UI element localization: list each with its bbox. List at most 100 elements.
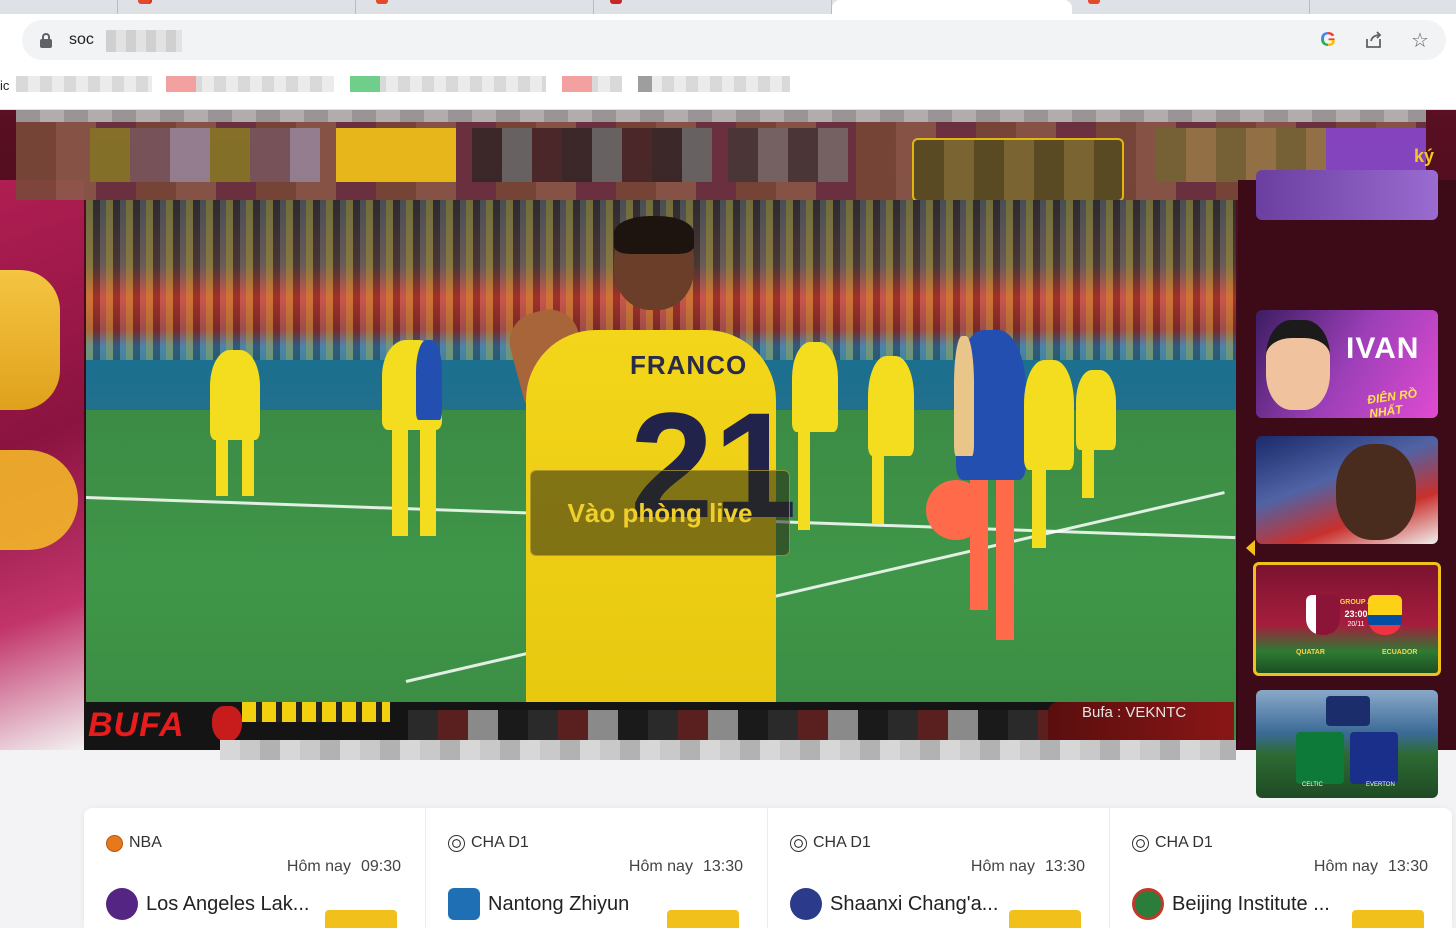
browser-tab[interactable]	[118, 0, 356, 14]
hero-section: ký FRANCO 21 Vào phòng live BUFA Bufa: …	[0, 110, 1456, 798]
browser-tab[interactable]	[1072, 0, 1310, 14]
video-player-figure	[868, 356, 914, 456]
tab-favicon-icon	[376, 0, 388, 4]
bookmarks-bar: ic	[0, 70, 1456, 110]
video-player-leg	[216, 436, 228, 496]
stream-thumbnail-ivan[interactable]: IVAN ĐIÊN RỒ NHẤT	[1256, 310, 1438, 418]
bull-logo-icon	[212, 706, 242, 742]
match-league: NBA	[106, 834, 162, 852]
site-logo[interactable]	[90, 128, 320, 182]
match-card[interactable]: CHA D1 Hôm nay 13:30 Beijing Institute ..…	[1110, 808, 1452, 928]
ticker-redacted-label	[242, 702, 390, 722]
browser-tab-active[interactable]	[832, 0, 1072, 14]
match-league: CHA D1	[790, 834, 871, 852]
fan-face	[1336, 444, 1416, 540]
team-crest-icon	[448, 888, 480, 920]
match-action-button[interactable]	[1352, 910, 1424, 928]
team-crest-icon	[790, 888, 822, 920]
mascot-hand-decoration	[0, 450, 78, 550]
basketball-icon	[106, 834, 123, 852]
lakers-logo-icon	[106, 888, 138, 920]
home-team-name: CELTIC	[1302, 782, 1323, 788]
browser-tab[interactable]	[594, 0, 832, 14]
stream-list-sidebar: IVAN ĐIÊN RỒ NHẤT GROUP A 23:00 20/11 QU…	[1238, 170, 1456, 798]
nav-redacted-strip	[16, 110, 1426, 122]
nav-item[interactable]	[472, 128, 712, 182]
streamer-name: IVAN	[1346, 332, 1420, 365]
video-player-figure	[1076, 370, 1116, 450]
url-redacted	[106, 30, 182, 52]
match-time: Hôm nay 13:30	[628, 858, 743, 875]
address-bar[interactable]: soc G ☆	[22, 20, 1446, 60]
away-team-name: EVERTON	[1366, 782, 1395, 788]
tab-favicon-icon	[610, 0, 622, 4]
match-action-button[interactable]	[667, 910, 739, 928]
left-banner-decoration	[0, 180, 84, 750]
google-icon[interactable]: G	[1316, 28, 1340, 52]
video-player-figure	[792, 342, 838, 432]
website-content: ký FRANCO 21 Vào phòng live BUFA Bufa: …	[0, 110, 1456, 928]
tab-favicon-icon	[138, 0, 150, 4]
home-team-name: QUATAR	[1296, 649, 1325, 656]
mascot-decoration	[0, 270, 60, 410]
url-text[interactable]: soc	[69, 31, 94, 49]
browser-toolbar: soc G ☆	[0, 14, 1456, 70]
login-button[interactable]	[912, 138, 1124, 202]
bookmark-item[interactable]	[166, 76, 334, 92]
browser-tab[interactable]	[356, 0, 594, 14]
bookmark-item[interactable]	[638, 76, 790, 92]
match-team: Los Angeles Lak...	[106, 888, 309, 920]
video-player-leg	[798, 430, 810, 530]
browser-tab[interactable]	[1310, 0, 1456, 14]
away-team-name: ECUADOR	[1382, 649, 1418, 656]
tournament-banner-icon	[1326, 696, 1370, 726]
celtic-crest-icon	[1296, 732, 1344, 784]
stream-thumbnail-qatar-ecuador[interactable]: GROUP A 23:00 20/11 QUATAR ECUADOR	[1253, 562, 1441, 676]
site-top-navigation	[16, 110, 1426, 200]
nav-item-active[interactable]	[336, 128, 456, 182]
match-action-button[interactable]	[1009, 910, 1081, 928]
match-league: CHA D1	[1132, 834, 1213, 852]
match-card[interactable]: NBA Hôm nay 09:30 Los Angeles Lak...	[84, 808, 426, 928]
stream-thumbnail-celtic-everton[interactable]: CELTIC EVERTON	[1256, 690, 1438, 798]
video-player-leg	[1032, 468, 1046, 548]
browser-tab[interactable]	[0, 0, 152, 14]
bookmark-item[interactable]	[350, 76, 546, 92]
bookmark-item[interactable]	[16, 76, 152, 92]
video-player-leg	[1082, 448, 1094, 498]
video-player-leg	[392, 426, 408, 536]
soccer-ball-icon	[448, 834, 465, 852]
streamer-tagline: ĐIÊN RỒ NHẤT	[1366, 386, 1418, 418]
ticker-right-text: Bufa : VEKNTC	[1082, 704, 1187, 721]
match-action-button[interactable]	[325, 910, 397, 928]
match-time: Hôm nay 13:30	[1313, 858, 1428, 875]
register-link[interactable]: ký	[1414, 146, 1434, 167]
stream-thumbnail-fan[interactable]	[1256, 436, 1438, 544]
bookmark-label[interactable]: ic	[0, 78, 9, 93]
match-date: 20/11	[1347, 621, 1365, 628]
match-group: GROUP A	[1339, 599, 1373, 606]
bookmark-star-icon[interactable]: ☆	[1408, 28, 1432, 52]
match-card[interactable]: CHA D1 Hôm nay 13:30 Nantong Zhiyun	[426, 808, 768, 928]
soccer-ball-icon	[1132, 834, 1149, 852]
bookmark-item[interactable]	[562, 76, 622, 92]
streamer-avatar	[1266, 320, 1330, 410]
stream-thumbnail[interactable]	[1256, 170, 1438, 220]
enter-live-room-button[interactable]: Vào phòng live	[530, 470, 790, 556]
match-time: 23:00	[1344, 609, 1368, 619]
match-team: Shaanxi Chang'a...	[790, 888, 998, 920]
match-card[interactable]: CHA D1 Hôm nay 13:30 Shaanxi Chang'a...	[768, 808, 1110, 928]
live-video-player[interactable]: FRANCO 21 Vào phòng live	[86, 200, 1236, 740]
match-time: Hôm nay 09:30	[286, 858, 401, 875]
video-player-leg	[242, 436, 254, 496]
match-time: Hôm nay 13:30	[970, 858, 1085, 875]
nav-item[interactable]	[728, 128, 848, 182]
ticker-redacted-strip	[220, 740, 1236, 760]
match-team: Beijing Institute ...	[1132, 888, 1330, 920]
video-goalkeeper-bib	[954, 336, 974, 456]
video-player-bib	[416, 340, 442, 420]
team-crest-icon	[1132, 888, 1164, 920]
video-player-leg	[996, 480, 1014, 640]
match-team: Nantong Zhiyun	[448, 888, 629, 920]
share-icon[interactable]	[1362, 28, 1386, 52]
